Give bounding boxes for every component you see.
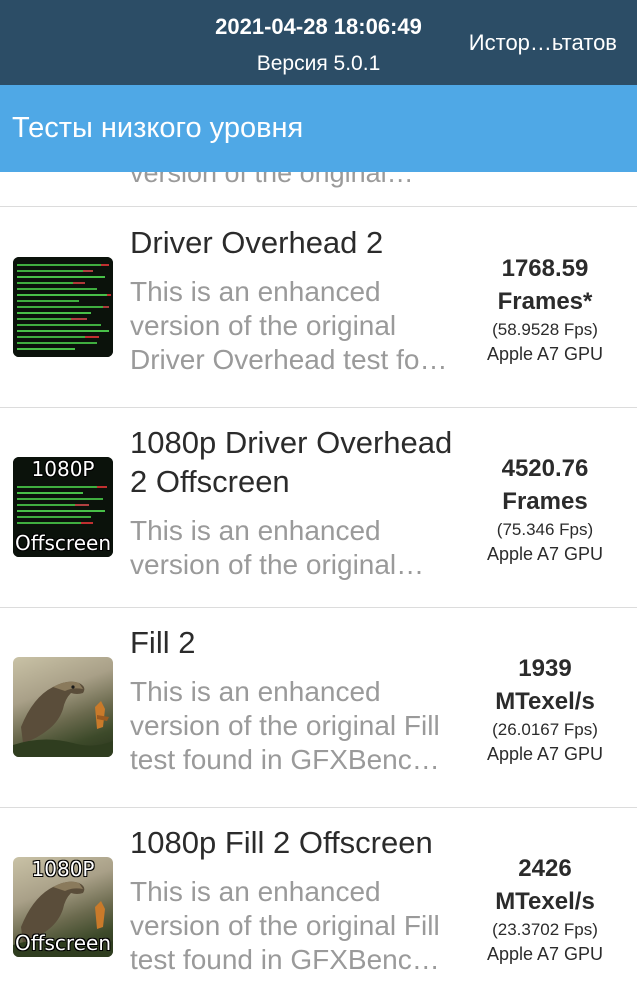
list-item-fill-2[interactable]: Fill 2 This is an enhanced version of th… xyxy=(0,607,637,808)
test-description: This is an enhanced version of the origi… xyxy=(130,876,440,975)
driver-overhead-thumbnail xyxy=(13,257,113,357)
resolution-badge: 1080P xyxy=(31,457,95,481)
section-title-bar: Тесты низкого уровня xyxy=(0,85,637,172)
result-fps: (75.346 Fps) xyxy=(496,520,594,539)
result-gpu: Apple A7 GPU xyxy=(486,544,604,564)
test-name: 1080p Driver Overhead 2 Offscreen xyxy=(130,425,453,499)
status-header: 2021-04-28 18:06:49 Версия 5.0.1 Истор…ь… xyxy=(0,0,637,85)
results-history-button[interactable]: Истор…ьтатов xyxy=(469,30,617,56)
test-result: 2426 MTexel/s (23.3702 Fps) Apple A7 GPU xyxy=(470,852,620,966)
test-description: version of the original… xyxy=(130,172,414,188)
result-gpu: Apple A7 GPU xyxy=(486,744,604,764)
result-fps: (26.0167 Fps) xyxy=(492,720,598,739)
dinosaur-offscreen-thumbnail: 1080P Offscreen xyxy=(13,857,113,957)
dinosaur-thumbnail xyxy=(13,657,113,757)
test-description: This is an enhanced version of the origi… xyxy=(130,676,440,775)
driver-overhead-offscreen-thumbnail: 1080P Offscreen xyxy=(13,457,113,557)
page-title: Тесты низкого уровня xyxy=(12,112,304,144)
test-name: Driver Overhead 2 xyxy=(130,225,384,260)
test-result: 1768.59 Frames* (58.9528 Fps) Apple A7 G… xyxy=(470,252,620,366)
result-score: 1768.59 xyxy=(501,255,589,282)
result-score: 2426 xyxy=(518,855,572,882)
test-list[interactable]: version of the original… Driver Overhead… xyxy=(0,172,637,981)
list-item-1080p-driver-overhead-2-offscreen[interactable]: 1080P Offscreen 1080p Driver Overhead 2 … xyxy=(0,407,637,608)
result-unit: MTexel/s xyxy=(495,688,595,715)
test-description: This is an enhanced version of the origi… xyxy=(130,515,425,580)
test-result: 1939 MTexel/s (26.0167 Fps) Apple A7 GPU xyxy=(470,652,620,766)
test-result: 4520.76 Frames (75.346 Fps) Apple A7 GPU xyxy=(470,452,620,566)
offscreen-badge: Offscreen xyxy=(14,531,111,555)
list-item-1080p-fill-2-offscreen[interactable]: 1080P Offscreen 1080p Fill 2 Offscreen T… xyxy=(0,807,637,981)
test-name: Fill 2 xyxy=(130,625,196,660)
result-score: 1939 xyxy=(518,655,572,682)
result-unit: Frames xyxy=(502,488,588,515)
result-unit: Frames* xyxy=(497,288,593,315)
result-gpu: Apple A7 GPU xyxy=(486,344,604,364)
result-score: 4520.76 xyxy=(501,455,589,482)
resolution-badge: 1080P xyxy=(31,857,95,881)
list-item-partial[interactable]: version of the original… xyxy=(0,172,637,207)
result-fps: (58.9528 Fps) xyxy=(492,320,598,339)
result-unit: MTexel/s xyxy=(495,888,595,915)
result-gpu: Apple A7 GPU xyxy=(486,944,604,964)
list-item-driver-overhead-2[interactable]: Driver Overhead 2 This is an enhanced ve… xyxy=(0,207,637,408)
result-fps: (23.3702 Fps) xyxy=(492,920,598,939)
test-name: 1080p Fill 2 Offscreen xyxy=(130,825,433,860)
test-description: This is an enhanced version of the origi… xyxy=(130,276,448,375)
offscreen-badge: Offscreen xyxy=(14,931,111,955)
